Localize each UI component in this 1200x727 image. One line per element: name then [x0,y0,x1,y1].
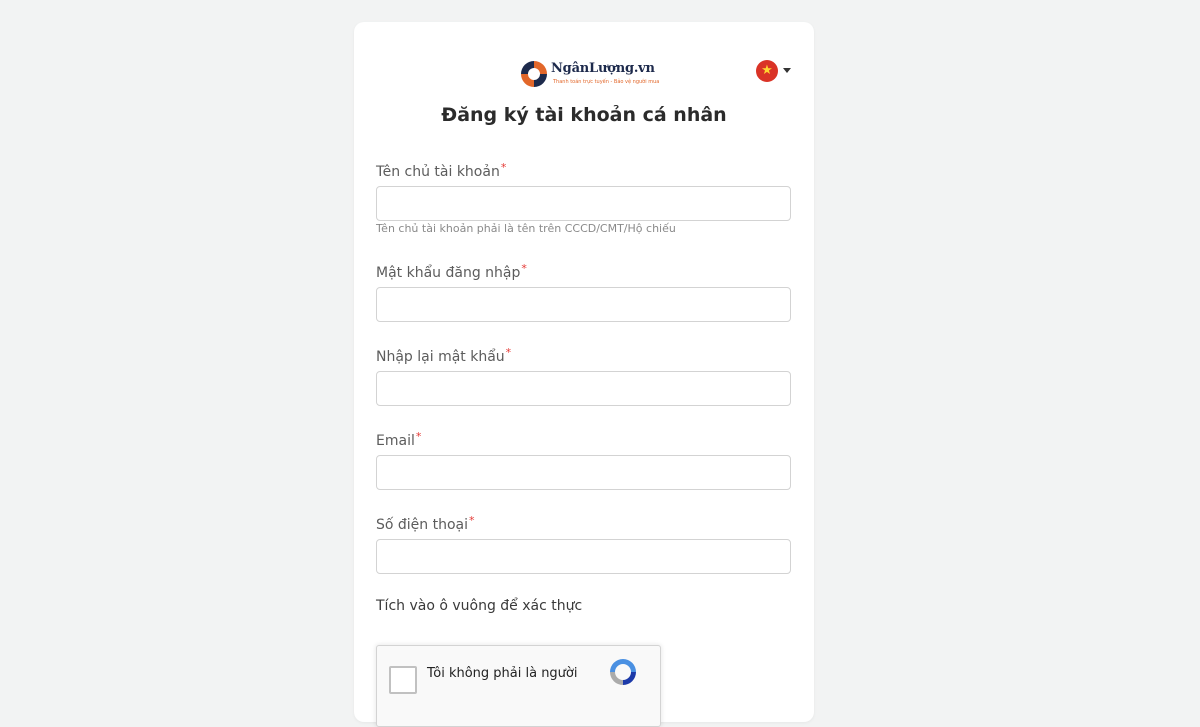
recaptcha-checkbox[interactable] [389,666,417,694]
account-name-input[interactable] [376,186,791,221]
required-mark: * [415,430,422,443]
phone-label-text: Số điện thoại [376,517,469,533]
required-mark: * [500,161,507,174]
recaptcha-text: Tôi không phải là người [427,666,578,681]
recaptcha-widget: Tôi không phải là người [376,645,661,727]
confirm-password-label: Nhập lại mật khẩu* [376,346,511,365]
password-input[interactable] [376,287,791,322]
nganluong-logo[interactable]: NgânLượng.vn Thanh toán trực tuyến - Bảo… [520,60,659,90]
required-mark: * [505,346,512,359]
verify-label: Tích vào ô vuông để xác thực [376,598,583,614]
brand-tagline: Thanh toán trực tuyến - Bảo vệ người mua [553,79,660,85]
recaptcha-logo-icon [610,659,636,685]
email-label-text: Email [376,433,415,449]
language-selector[interactable]: ★ [756,60,792,82]
brand-name: NgânLượng.vn [551,61,655,76]
registration-card: NgânLượng.vn Thanh toán trực tuyến - Bảo… [354,22,814,727]
confirm-password-input[interactable] [376,371,791,406]
page-title: Đăng ký tài khoản cá nhân [441,104,727,126]
required-mark: * [521,262,527,275]
email-input[interactable] [376,455,791,490]
account-name-label-text: Tên chủ tài khoản [376,164,500,180]
email-label: Email* [376,430,421,449]
account-name-label: Tên chủ tài khoản* [376,161,506,180]
caret-down-icon [783,68,791,73]
password-label-text: Mật khẩu đăng nhập [376,265,521,281]
phone-label: Số điện thoại* [376,514,475,533]
required-mark: * [469,514,475,527]
phone-input[interactable] [376,539,791,574]
nganluong-swirl-icon [521,61,547,87]
password-label: Mật khẩu đăng nhập* [376,262,527,281]
account-name-hint: Tên chủ tài khoản phải là tên trên CCCD/… [376,222,676,235]
confirm-password-label-text: Nhập lại mật khẩu [376,349,505,365]
vietnam-flag-icon: ★ [756,60,778,82]
